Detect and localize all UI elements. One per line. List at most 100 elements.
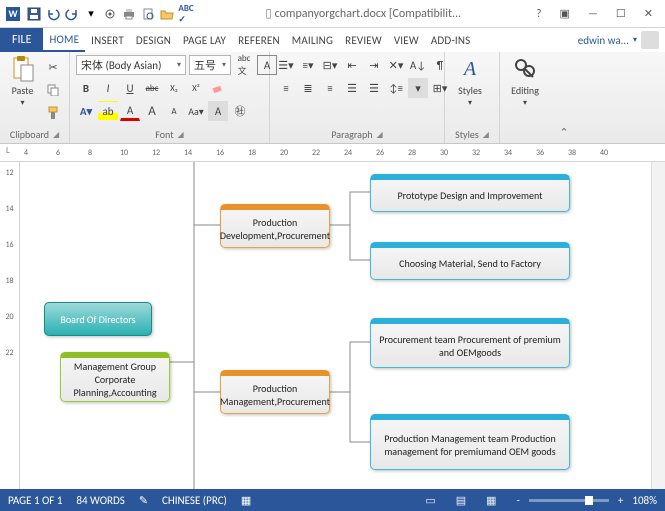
zoom-control: - + 108% <box>514 494 657 507</box>
tab-design[interactable]: DESIGN <box>130 28 177 52</box>
qat-customize-icon[interactable]: ▾ <box>83 6 99 22</box>
zoom-level[interactable]: 108% <box>632 494 657 507</box>
tab-insert[interactable]: INSERT <box>85 28 130 52</box>
clear-format-icon[interactable] <box>208 78 228 98</box>
tab-references[interactable]: REFEREN <box>232 28 286 52</box>
printlayout-icon[interactable]: ▤ <box>453 494 469 507</box>
org-node-prod-dev[interactable]: Production Development,Procurement <box>220 204 330 248</box>
bold-button[interactable]: B <box>76 78 96 98</box>
align-left-icon[interactable]: ≡ <box>276 78 296 98</box>
language-indicator[interactable]: CHINESE (PRC) <box>162 494 227 507</box>
justify-icon[interactable]: ☰ <box>342 78 362 98</box>
ribbon: Paste▾ ✂ Clipboard◢ 宋体 (Body Asian)▾ 五号▾… <box>0 52 665 144</box>
close-icon[interactable]: ✕ <box>640 7 657 20</box>
underline-button[interactable]: U <box>120 78 140 98</box>
group-styles: A Styles▾ Styles◢ <box>445 52 500 143</box>
highlight-icon[interactable]: ab <box>98 101 118 121</box>
scrollbar-vertical[interactable] <box>651 162 665 489</box>
tab-mailings[interactable]: MAILING <box>286 28 339 52</box>
print-preview-icon[interactable] <box>140 6 156 22</box>
multilevel-icon[interactable]: ⊟▾ <box>320 55 340 75</box>
zoom-slider[interactable] <box>529 499 609 502</box>
undo-icon[interactable] <box>45 6 61 22</box>
copy-icon[interactable] <box>43 80 63 100</box>
change-case-icon[interactable]: Aa▾ <box>186 101 206 121</box>
strike-button[interactable]: abc <box>142 78 162 98</box>
group-font: 宋体 (Body Asian)▾ 五号▾ abc文 A B I U abc X₂… <box>70 52 270 143</box>
font-name-combo[interactable]: 宋体 (Body Asian)▾ <box>76 55 186 75</box>
touch-mode-icon[interactable] <box>102 6 118 22</box>
open-icon[interactable] <box>159 6 175 22</box>
font-color-icon[interactable]: A <box>120 101 140 121</box>
font-label: Font <box>155 128 173 141</box>
org-node-prodmgmt-team[interactable]: Production Management team Production ma… <box>370 414 570 470</box>
increase-indent-icon[interactable]: ⇥ <box>364 55 384 75</box>
tab-home[interactable]: HOME <box>43 28 85 52</box>
phonetic-guide-icon[interactable]: abc文 <box>234 55 254 75</box>
org-node-prod-mgmt[interactable]: Production Management,Procurement <box>220 370 330 414</box>
org-node-material[interactable]: Choosing Material, Send to Factory <box>370 242 570 280</box>
document-canvas[interactable]: Board Of Directors Management Group Corp… <box>20 162 651 489</box>
text-effects-icon[interactable]: A▾ <box>76 101 96 121</box>
group-clipboard: Paste▾ ✂ Clipboard◢ <box>0 52 70 143</box>
bullets-icon[interactable]: ☰▾ <box>276 55 296 75</box>
styles-launcher[interactable]: ◢ <box>483 130 489 140</box>
org-node-prototype[interactable]: Prototype Design and Improvement <box>370 174 570 212</box>
align-center-icon[interactable]: ≣ <box>298 78 318 98</box>
styles-button[interactable]: A Styles▾ <box>451 55 489 108</box>
file-tab[interactable]: FILE <box>0 28 43 52</box>
asian-layout-icon[interactable]: ✕▾ <box>386 55 406 75</box>
subscript-button[interactable]: X₂ <box>164 78 184 98</box>
org-node-management[interactable]: Management Group Corporate Planning,Acco… <box>60 352 170 402</box>
macro-icon[interactable]: ▦ <box>241 494 251 507</box>
zoom-in-button[interactable]: + <box>615 494 626 507</box>
italic-button[interactable]: I <box>98 78 118 98</box>
document-area: 121416182022 Board Of Directors Manageme… <box>0 162 665 489</box>
ribbon-options-icon[interactable]: ▣ <box>556 7 574 20</box>
line-spacing-icon[interactable]: ↕≡ <box>386 78 406 98</box>
maximize-icon[interactable]: ☐ <box>612 7 630 20</box>
font-size-combo[interactable]: 五号▾ <box>189 55 231 75</box>
char-shading-icon[interactable]: A <box>208 101 228 121</box>
ruler-vertical[interactable]: 121416182022 <box>0 162 20 489</box>
org-node-board[interactable]: Board Of Directors <box>44 302 152 336</box>
superscript-button[interactable]: X² <box>186 78 206 98</box>
page-indicator[interactable]: PAGE 1 OF 1 <box>8 494 62 507</box>
proofing-icon[interactable]: ✎ <box>139 494 148 507</box>
quick-print-icon[interactable] <box>121 6 137 22</box>
minimize-icon[interactable]: — <box>584 7 602 20</box>
redo-icon[interactable] <box>64 6 80 22</box>
numbering-icon[interactable]: ≡▾ <box>298 55 318 75</box>
decrease-indent-icon[interactable]: ⇤ <box>342 55 362 75</box>
user-account[interactable]: edwin wa... ▾ <box>572 28 665 52</box>
tab-pagelayout[interactable]: PAGE LAY <box>177 28 232 52</box>
tab-review[interactable]: REVIEW <box>339 28 388 52</box>
spelling-icon[interactable]: ABC✓ <box>178 6 194 22</box>
collapse-ribbon-icon[interactable]: ⌃ <box>559 126 568 139</box>
ruler-horizontal[interactable]: L 46810121416182022242628303234363840 <box>0 144 665 162</box>
shading-icon[interactable]: ▾ <box>408 78 428 98</box>
readmode-icon[interactable]: ▭ <box>422 494 438 507</box>
help-icon[interactable]: ? <box>532 7 545 20</box>
clipboard-launcher[interactable]: ◢ <box>53 130 59 140</box>
zoom-out-button[interactable]: - <box>514 494 523 507</box>
font-launcher[interactable]: ◢ <box>178 130 184 140</box>
editing-button[interactable]: Editing▾ <box>506 55 544 108</box>
cut-icon[interactable]: ✂ <box>43 57 63 77</box>
enclose-char-icon[interactable]: ㊓ <box>230 101 250 121</box>
paragraph-launcher[interactable]: ◢ <box>376 130 382 140</box>
align-right-icon[interactable]: ≡ <box>320 78 340 98</box>
word-count[interactable]: 84 WORDS <box>76 494 124 507</box>
sort-icon[interactable]: A↓ <box>408 55 428 75</box>
weblayout-icon[interactable]: ▦ <box>483 494 499 507</box>
format-painter-icon[interactable] <box>43 103 63 123</box>
paste-button[interactable]: Paste▾ <box>6 55 39 108</box>
grow-font-icon[interactable]: A <box>142 101 162 121</box>
distributed-icon[interactable]: ☰ <box>364 78 384 98</box>
shrink-font-icon[interactable]: A <box>164 101 184 121</box>
paragraph-label: Paragraph <box>331 128 372 141</box>
tab-view[interactable]: VIEW <box>388 28 425 52</box>
tab-addins[interactable]: ADD-INS <box>425 28 477 52</box>
save-icon[interactable] <box>26 6 42 22</box>
org-node-procurement-team[interactable]: Procurement team Procurement of premium … <box>370 318 570 368</box>
